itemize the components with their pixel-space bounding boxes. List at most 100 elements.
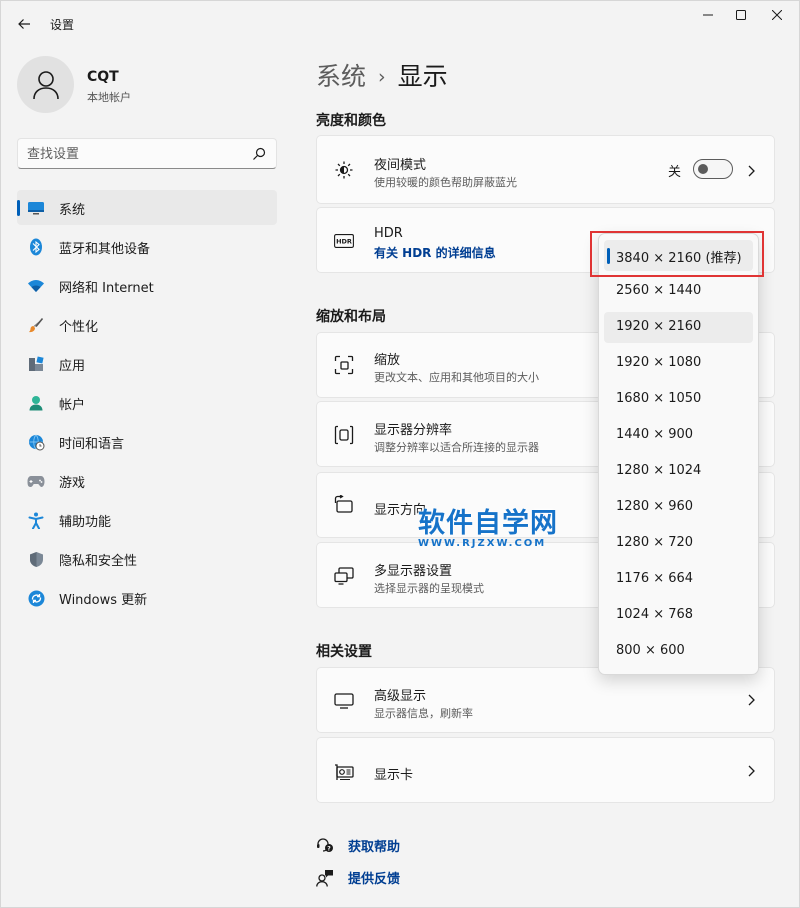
section-title-brightness: 亮度和颜色 — [316, 113, 386, 129]
back-arrow-icon — [18, 19, 30, 29]
gamepad-icon — [27, 472, 45, 490]
title-bar: 设置 — [0, 0, 800, 46]
resolution-option-label: 1920 × 1080 — [616, 355, 702, 370]
chevron-right-icon — [748, 165, 755, 177]
resolution-option-label: 3840 × 2160 (推荐) — [616, 251, 742, 266]
globe-clock-icon — [27, 433, 45, 451]
sidebar-item-personalization[interactable]: 个性化 — [17, 307, 277, 342]
apps-icon — [27, 355, 45, 373]
app-title: 设置 — [50, 18, 75, 32]
close-icon — [772, 10, 782, 20]
resolution-option-label: 2560 × 1440 — [616, 283, 702, 298]
svg-text:HDR: HDR — [336, 238, 352, 246]
night-light-card[interactable]: 夜间模式 使用较暖的颜色帮助屏蔽蓝光 关 — [316, 135, 775, 204]
resolution-option-label: 1024 × 768 — [616, 607, 694, 622]
monitor-icon — [334, 691, 354, 711]
person-icon — [32, 70, 59, 99]
toggle-knob — [698, 164, 708, 174]
resolution-icon — [334, 425, 354, 445]
hdr-info-link[interactable]: 有关 HDR 的详细信息 — [374, 244, 496, 261]
scale-icon — [334, 355, 354, 375]
resolution-option[interactable]: 3840 × 2160 (推荐) — [604, 240, 753, 271]
sidebar-item-windows-update[interactable]: Windows 更新 — [17, 580, 277, 615]
sidebar-item-apps[interactable]: 应用 — [17, 346, 277, 381]
resolution-option[interactable]: 2560 × 1440 — [604, 276, 753, 307]
get-help-label: 获取帮助 — [348, 840, 401, 855]
sidebar-item-bluetooth[interactable]: 蓝牙和其他设备 — [17, 229, 277, 264]
sidebar-item-accounts[interactable]: 帐户 — [17, 385, 277, 420]
night-light-toggle[interactable] — [693, 159, 733, 179]
resolution-option[interactable]: 1280 × 1024 — [604, 456, 753, 487]
sidebar-item-label: 个性化 — [59, 320, 99, 335]
resolution-option[interactable]: 1176 × 664 — [604, 564, 753, 595]
sidebar-item-label: 游戏 — [59, 476, 86, 491]
watermark-url: WWW.RJZXW.COM — [418, 538, 547, 549]
shield-icon — [27, 550, 45, 568]
close-button[interactable] — [754, 0, 800, 30]
breadcrumb-parent[interactable]: 系统 — [316, 62, 366, 91]
search-box[interactable] — [17, 138, 277, 169]
resolution-option[interactable]: 1280 × 960 — [604, 492, 753, 523]
chevron-right-icon — [748, 765, 755, 777]
sidebar-item-gaming[interactable]: 游戏 — [17, 463, 277, 498]
multi-display-subtitle: 选择显示器的呈现模式 — [374, 582, 484, 595]
resolution-option[interactable]: 800 × 600 — [604, 636, 753, 667]
resolution-option-label: 1440 × 900 — [616, 427, 694, 442]
sidebar-item-label: 时间和语言 — [59, 437, 125, 452]
feedback-icon — [316, 870, 333, 887]
graphics-card[interactable]: 显示卡 — [316, 737, 775, 803]
back-button[interactable] — [10, 10, 38, 38]
resolution-dropdown[interactable]: 3840 × 2160 (推荐) 2560 × 1440 1920 × 2160… — [598, 233, 759, 675]
multi-display-icon — [334, 566, 354, 586]
scale-subtitle: 更改文本、应用和其他项目的大小 — [374, 371, 539, 384]
resolution-option-label: 1280 × 1024 — [616, 463, 702, 478]
bluetooth-icon — [27, 238, 45, 256]
search-input[interactable] — [27, 144, 247, 164]
sidebar-item-network[interactable]: 网络和 Internet — [17, 268, 277, 303]
resolution-option[interactable]: 1920 × 2160 — [604, 312, 753, 343]
resolution-option[interactable]: 1440 × 900 — [604, 420, 753, 451]
help-icon: ? — [317, 838, 333, 853]
resolution-option-label: 1920 × 2160 — [616, 319, 702, 334]
sidebar-item-label: 系统 — [59, 203, 86, 218]
sidebar-item-privacy[interactable]: 隐私和安全性 — [17, 541, 277, 576]
account-icon — [27, 394, 45, 412]
page-title: 显示 — [397, 62, 448, 91]
night-light-toggle-label: 关 — [668, 165, 682, 180]
watermark: 软件自学网 WWW.RJZXW.COM — [418, 501, 558, 549]
resolution-option-label: 1176 × 664 — [616, 571, 694, 586]
sidebar-item-accessibility[interactable]: 辅助功能 — [17, 502, 277, 537]
night-light-title: 夜间模式 — [374, 158, 427, 173]
sidebar-item-system[interactable]: 系统 — [17, 190, 277, 225]
breadcrumb-separator: › — [378, 66, 386, 88]
user-name: CQT — [87, 69, 119, 85]
sidebar-item-label: Windows 更新 — [59, 593, 148, 608]
night-light-subtitle: 使用较暖的颜色帮助屏蔽蓝光 — [374, 176, 517, 189]
wifi-icon — [27, 277, 45, 295]
resolution-option-label: 1280 × 960 — [616, 499, 694, 514]
sidebar-item-time-language[interactable]: 时间和语言 — [17, 424, 277, 459]
section-title-related: 相关设置 — [316, 644, 372, 660]
resolution-option-label: 1680 × 1050 — [616, 391, 702, 406]
sidebar-item-label: 隐私和安全性 — [59, 554, 138, 569]
maximize-icon — [736, 10, 746, 20]
resolution-option[interactable]: 1280 × 720 — [604, 528, 753, 559]
advanced-display-card[interactable]: 高级显示 显示器信息，刷新率 — [316, 667, 775, 733]
resolution-option[interactable]: 1920 × 1080 — [604, 348, 753, 379]
section-title-scale-layout: 缩放和布局 — [316, 309, 386, 325]
resolution-option-label: 1280 × 720 — [616, 535, 694, 550]
account-type: 本地帐户 — [87, 91, 131, 104]
scale-title: 缩放 — [374, 353, 401, 368]
resolution-option[interactable]: 1680 × 1050 — [604, 384, 753, 415]
avatar[interactable] — [17, 56, 74, 113]
search-icon[interactable] — [251, 146, 267, 162]
hdr-title: HDR — [374, 226, 403, 241]
resolution-option[interactable]: 1024 × 768 — [604, 600, 753, 631]
orientation-icon — [334, 495, 354, 515]
brush-icon — [27, 316, 45, 334]
graphics-card-title: 显示卡 — [374, 768, 414, 783]
resolution-option-label: 800 × 600 — [616, 643, 685, 658]
watermark-title: 软件自学网 — [418, 508, 558, 539]
minimize-icon — [703, 14, 713, 16]
chevron-right-icon — [748, 694, 755, 706]
